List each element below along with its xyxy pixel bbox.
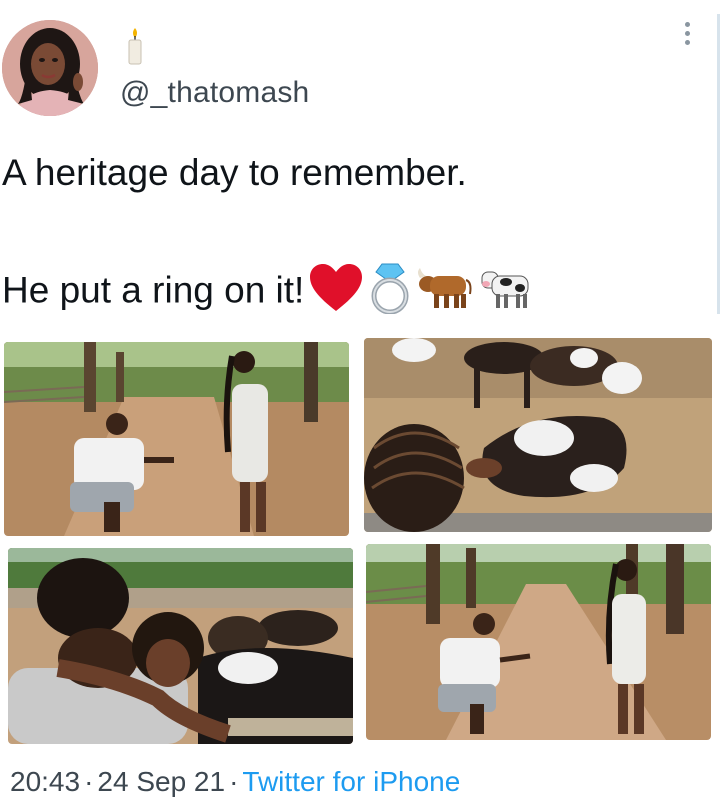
tweet-text-line2: He put a ring on it! bbox=[2, 262, 534, 323]
tweet-text-line2-text: He put a ring on it! bbox=[2, 269, 305, 311]
tweet-source-link[interactable]: Twitter for iPhone bbox=[242, 766, 460, 797]
user-handle[interactable]: @_thatomash bbox=[120, 76, 309, 110]
ox-icon bbox=[416, 266, 472, 319]
avatar[interactable] bbox=[2, 20, 98, 116]
tweet-meta: 20:43 · 24 Sep 21 · Twitter for iPhone bbox=[10, 766, 460, 798]
tweet-text-line1: A heritage day to remember. bbox=[2, 152, 467, 193]
meta-separator: · bbox=[229, 766, 239, 797]
photo-proposal-wide[interactable] bbox=[366, 544, 711, 740]
ring-icon bbox=[370, 262, 410, 323]
red-heart-icon bbox=[308, 263, 364, 322]
more-options-icon[interactable] bbox=[682, 22, 692, 52]
emoji-group bbox=[308, 262, 534, 323]
candle-icon bbox=[126, 28, 144, 66]
photo-proposal-path[interactable] bbox=[4, 342, 349, 536]
photo-cow-closeup[interactable] bbox=[364, 338, 712, 532]
tweet-time: 20:43 bbox=[10, 766, 81, 797]
cow-icon bbox=[478, 266, 534, 319]
meta-separator: · bbox=[84, 766, 94, 797]
tweet-date: 24 Sep 21 bbox=[97, 766, 226, 797]
photo-embrace-cows[interactable] bbox=[8, 548, 353, 744]
